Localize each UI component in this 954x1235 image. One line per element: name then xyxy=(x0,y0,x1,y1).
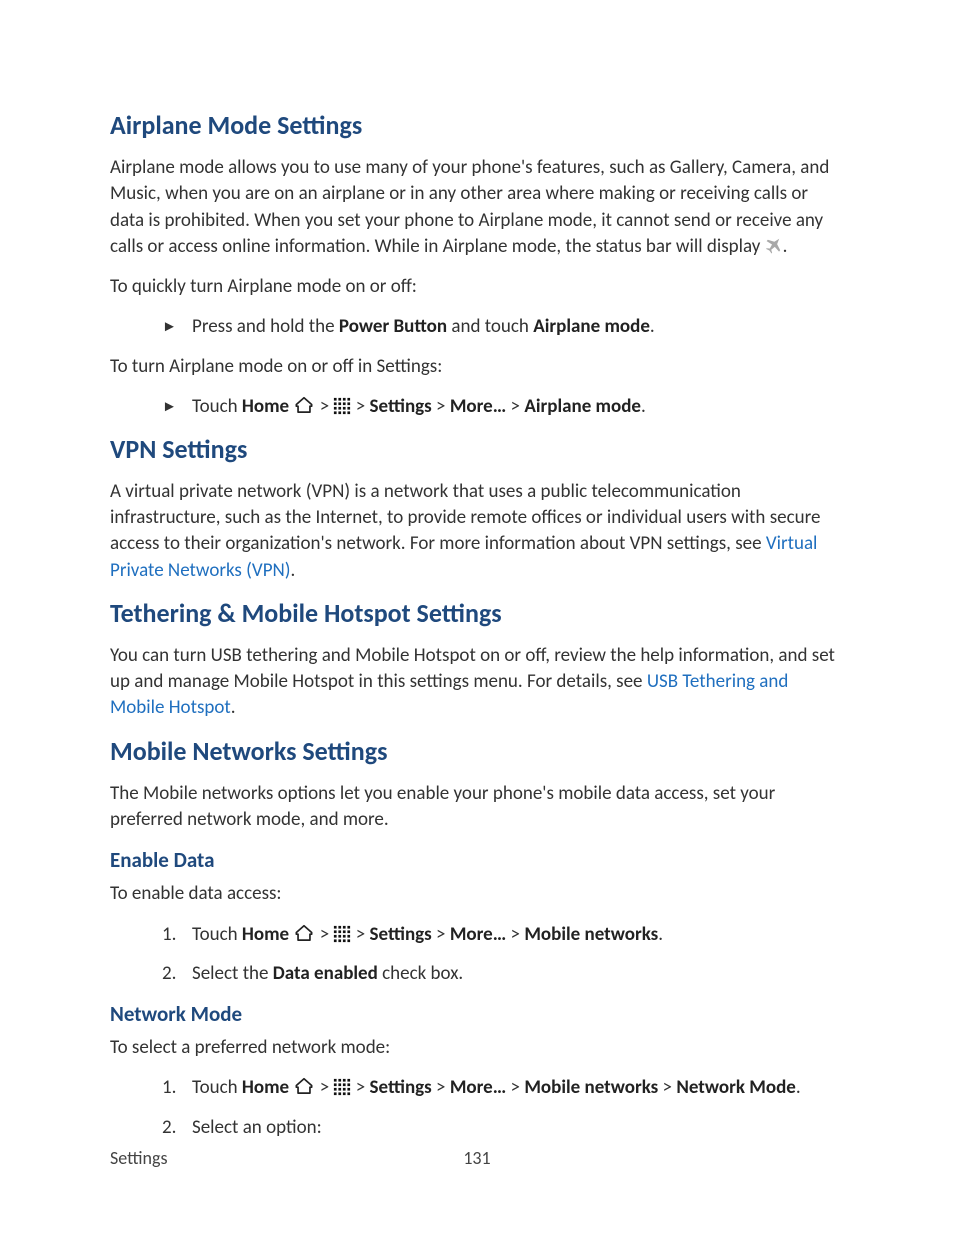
enable-data-intro: To enable data access: xyxy=(110,881,844,907)
network-mode-intro: To select a preferred network mode: xyxy=(110,1035,844,1061)
apps-grid-icon xyxy=(333,1076,351,1099)
body-text: Touch xyxy=(192,1076,242,1099)
heading-mobile-networks: Mobile Networks Settings xyxy=(110,736,844,767)
heading-vpn: VPN Settings xyxy=(110,434,844,465)
step-text: Select the Data enabled check box. xyxy=(192,961,844,987)
tethering-description: You can turn USB tethering and Mobile Ho… xyxy=(110,643,844,722)
step-text: Touch Home > > Settings > More… > Mobile… xyxy=(192,1075,844,1101)
body-text: . xyxy=(783,235,788,258)
bold-text: Settings xyxy=(370,395,432,418)
number-marker: 2. xyxy=(162,961,192,987)
body-text: . xyxy=(641,395,646,418)
body-text: . xyxy=(231,696,236,719)
body-text: . xyxy=(796,1076,801,1099)
airplane-icon xyxy=(765,235,783,258)
body-text: > xyxy=(351,923,369,946)
step-text: Touch Home > > Settings > More… > Mobile… xyxy=(192,922,844,948)
numbered-item: 1. Touch Home > > Settings > More… > Mob… xyxy=(110,922,844,948)
bullet-item: ► Press and hold the Power Button and to… xyxy=(110,314,844,340)
numbered-item: 2. Select the Data enabled check box. xyxy=(110,961,844,987)
bullet-item: ► Touch Home > > Settings > More… > Airp… xyxy=(110,394,844,420)
mobile-networks-description: The Mobile networks options let you enab… xyxy=(110,781,844,833)
body-text: . xyxy=(291,559,296,582)
home-icon xyxy=(293,923,315,946)
body-text: > xyxy=(506,923,524,946)
footer-page-number: 131 xyxy=(355,1147,600,1169)
bold-text: More… xyxy=(450,395,506,418)
body-text: > xyxy=(351,1076,369,1099)
airplane-quick-intro: To quickly turn Airplane mode on or off: xyxy=(110,274,844,300)
airplane-settings-intro: To turn Airplane mode on or off in Setti… xyxy=(110,354,844,380)
bold-text: Data enabled xyxy=(273,962,378,985)
bold-text: Home xyxy=(242,395,289,418)
body-text: Press and hold the xyxy=(192,315,339,338)
numbered-item: 1. Touch Home > > Settings > More… > Mob… xyxy=(110,1075,844,1101)
body-text: > xyxy=(506,395,524,418)
footer-section: Settings xyxy=(110,1147,355,1169)
body-text: Touch xyxy=(192,395,242,418)
bold-text: Home xyxy=(242,923,289,946)
bold-text: Mobile networks xyxy=(524,923,658,946)
heading-airplane-mode: Airplane Mode Settings xyxy=(110,110,844,141)
number-marker: 1. xyxy=(162,1075,192,1101)
arrow-marker: ► xyxy=(162,314,192,337)
airplane-description: Airplane mode allows you to use many of … xyxy=(110,155,844,260)
vpn-description: A virtual private network (VPN) is a net… xyxy=(110,479,844,584)
body-text: Touch xyxy=(192,923,242,946)
apps-grid-icon xyxy=(333,923,351,946)
subheading-enable-data: Enable Data xyxy=(110,847,844,873)
document-page: Airplane Mode Settings Airplane mode all… xyxy=(110,110,844,1185)
bold-text: More… xyxy=(450,923,506,946)
body-text: > xyxy=(432,1076,450,1099)
bold-text: Power Button xyxy=(339,315,447,338)
body-text: check box. xyxy=(378,962,463,985)
number-marker: 1. xyxy=(162,922,192,948)
body-text: > xyxy=(432,395,450,418)
body-text: . xyxy=(658,923,663,946)
bullet-text: Press and hold the Power Button and touc… xyxy=(192,314,844,340)
bold-text: Settings xyxy=(370,1076,432,1099)
bold-text: Settings xyxy=(370,923,432,946)
number-marker: 2. xyxy=(162,1115,192,1141)
bullet-text: Touch Home > > Settings > More… > Airpla… xyxy=(192,394,844,420)
body-text: and touch xyxy=(447,315,533,338)
bold-text: Network Mode xyxy=(676,1076,796,1099)
home-icon xyxy=(293,395,315,418)
bold-text: Mobile networks xyxy=(524,1076,658,1099)
body-text: . xyxy=(650,315,655,338)
body-text: A virtual private network (VPN) is a net… xyxy=(110,480,820,555)
heading-tethering: Tethering & Mobile Hotspot Settings xyxy=(110,598,844,629)
body-text: Airplane mode allows you to use many of … xyxy=(110,156,829,258)
body-text: > xyxy=(658,1076,676,1099)
body-text: > xyxy=(315,1076,333,1099)
home-icon xyxy=(293,1076,315,1099)
body-text: > xyxy=(315,923,333,946)
body-text: > xyxy=(506,1076,524,1099)
body-text: Select the xyxy=(192,962,273,985)
body-text: > xyxy=(351,395,369,418)
numbered-item: 2. Select an option: xyxy=(110,1115,844,1141)
body-text: > xyxy=(315,395,333,418)
apps-grid-icon xyxy=(333,395,351,418)
step-text: Select an option: xyxy=(192,1115,844,1141)
page-footer: Settings 131 xyxy=(110,1147,844,1169)
bold-text: Airplane mode xyxy=(524,395,641,418)
bold-text: Home xyxy=(242,1076,289,1099)
arrow-marker: ► xyxy=(162,394,192,417)
body-text: > xyxy=(432,923,450,946)
subheading-network-mode: Network Mode xyxy=(110,1001,844,1027)
bold-text: More… xyxy=(450,1076,506,1099)
bold-text: Airplane mode xyxy=(533,315,650,338)
